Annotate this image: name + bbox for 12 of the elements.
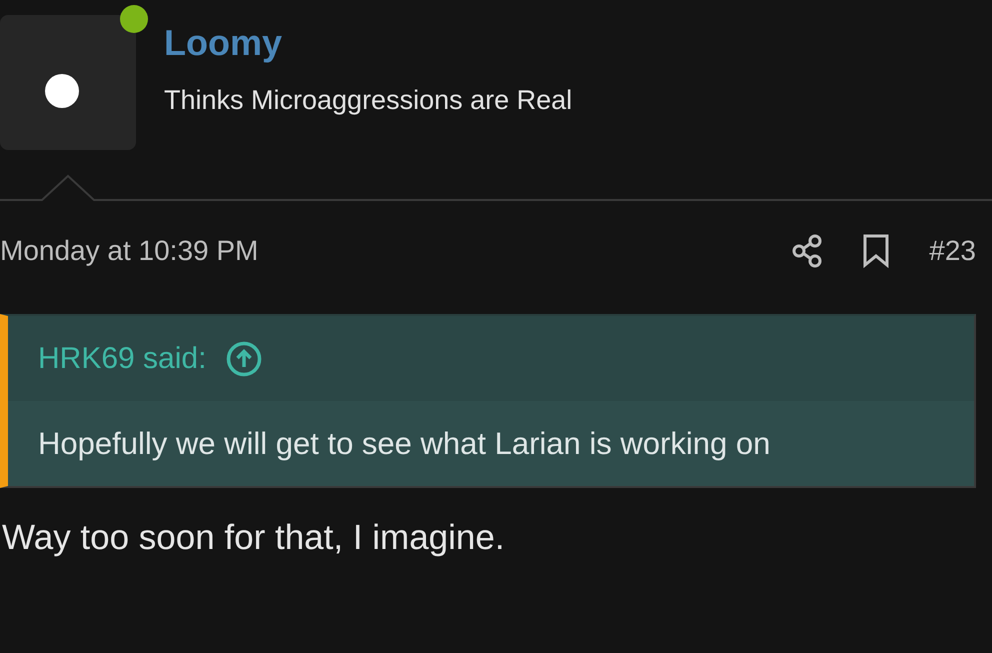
arrow-up-icon[interactable] [226,340,262,376]
username[interactable]: Loomy [164,21,572,65]
circle-icon [45,74,79,108]
share-icon[interactable] [791,234,824,268]
post-date[interactable]: Monday at 10:39 PM [0,235,792,267]
quote-text: Hopefully we will get to see what Larian is working on [38,426,770,462]
post-text: Way too soon for that, I imagine. [1,518,506,558]
post-number[interactable]: #23 [929,235,976,267]
avatar[interactable] [0,15,136,150]
quote-attribution[interactable]: HRK69 said: [38,342,206,376]
bookmark-icon[interactable] [863,234,890,268]
user-title: Thinks Microaggressions are Real [164,84,572,117]
